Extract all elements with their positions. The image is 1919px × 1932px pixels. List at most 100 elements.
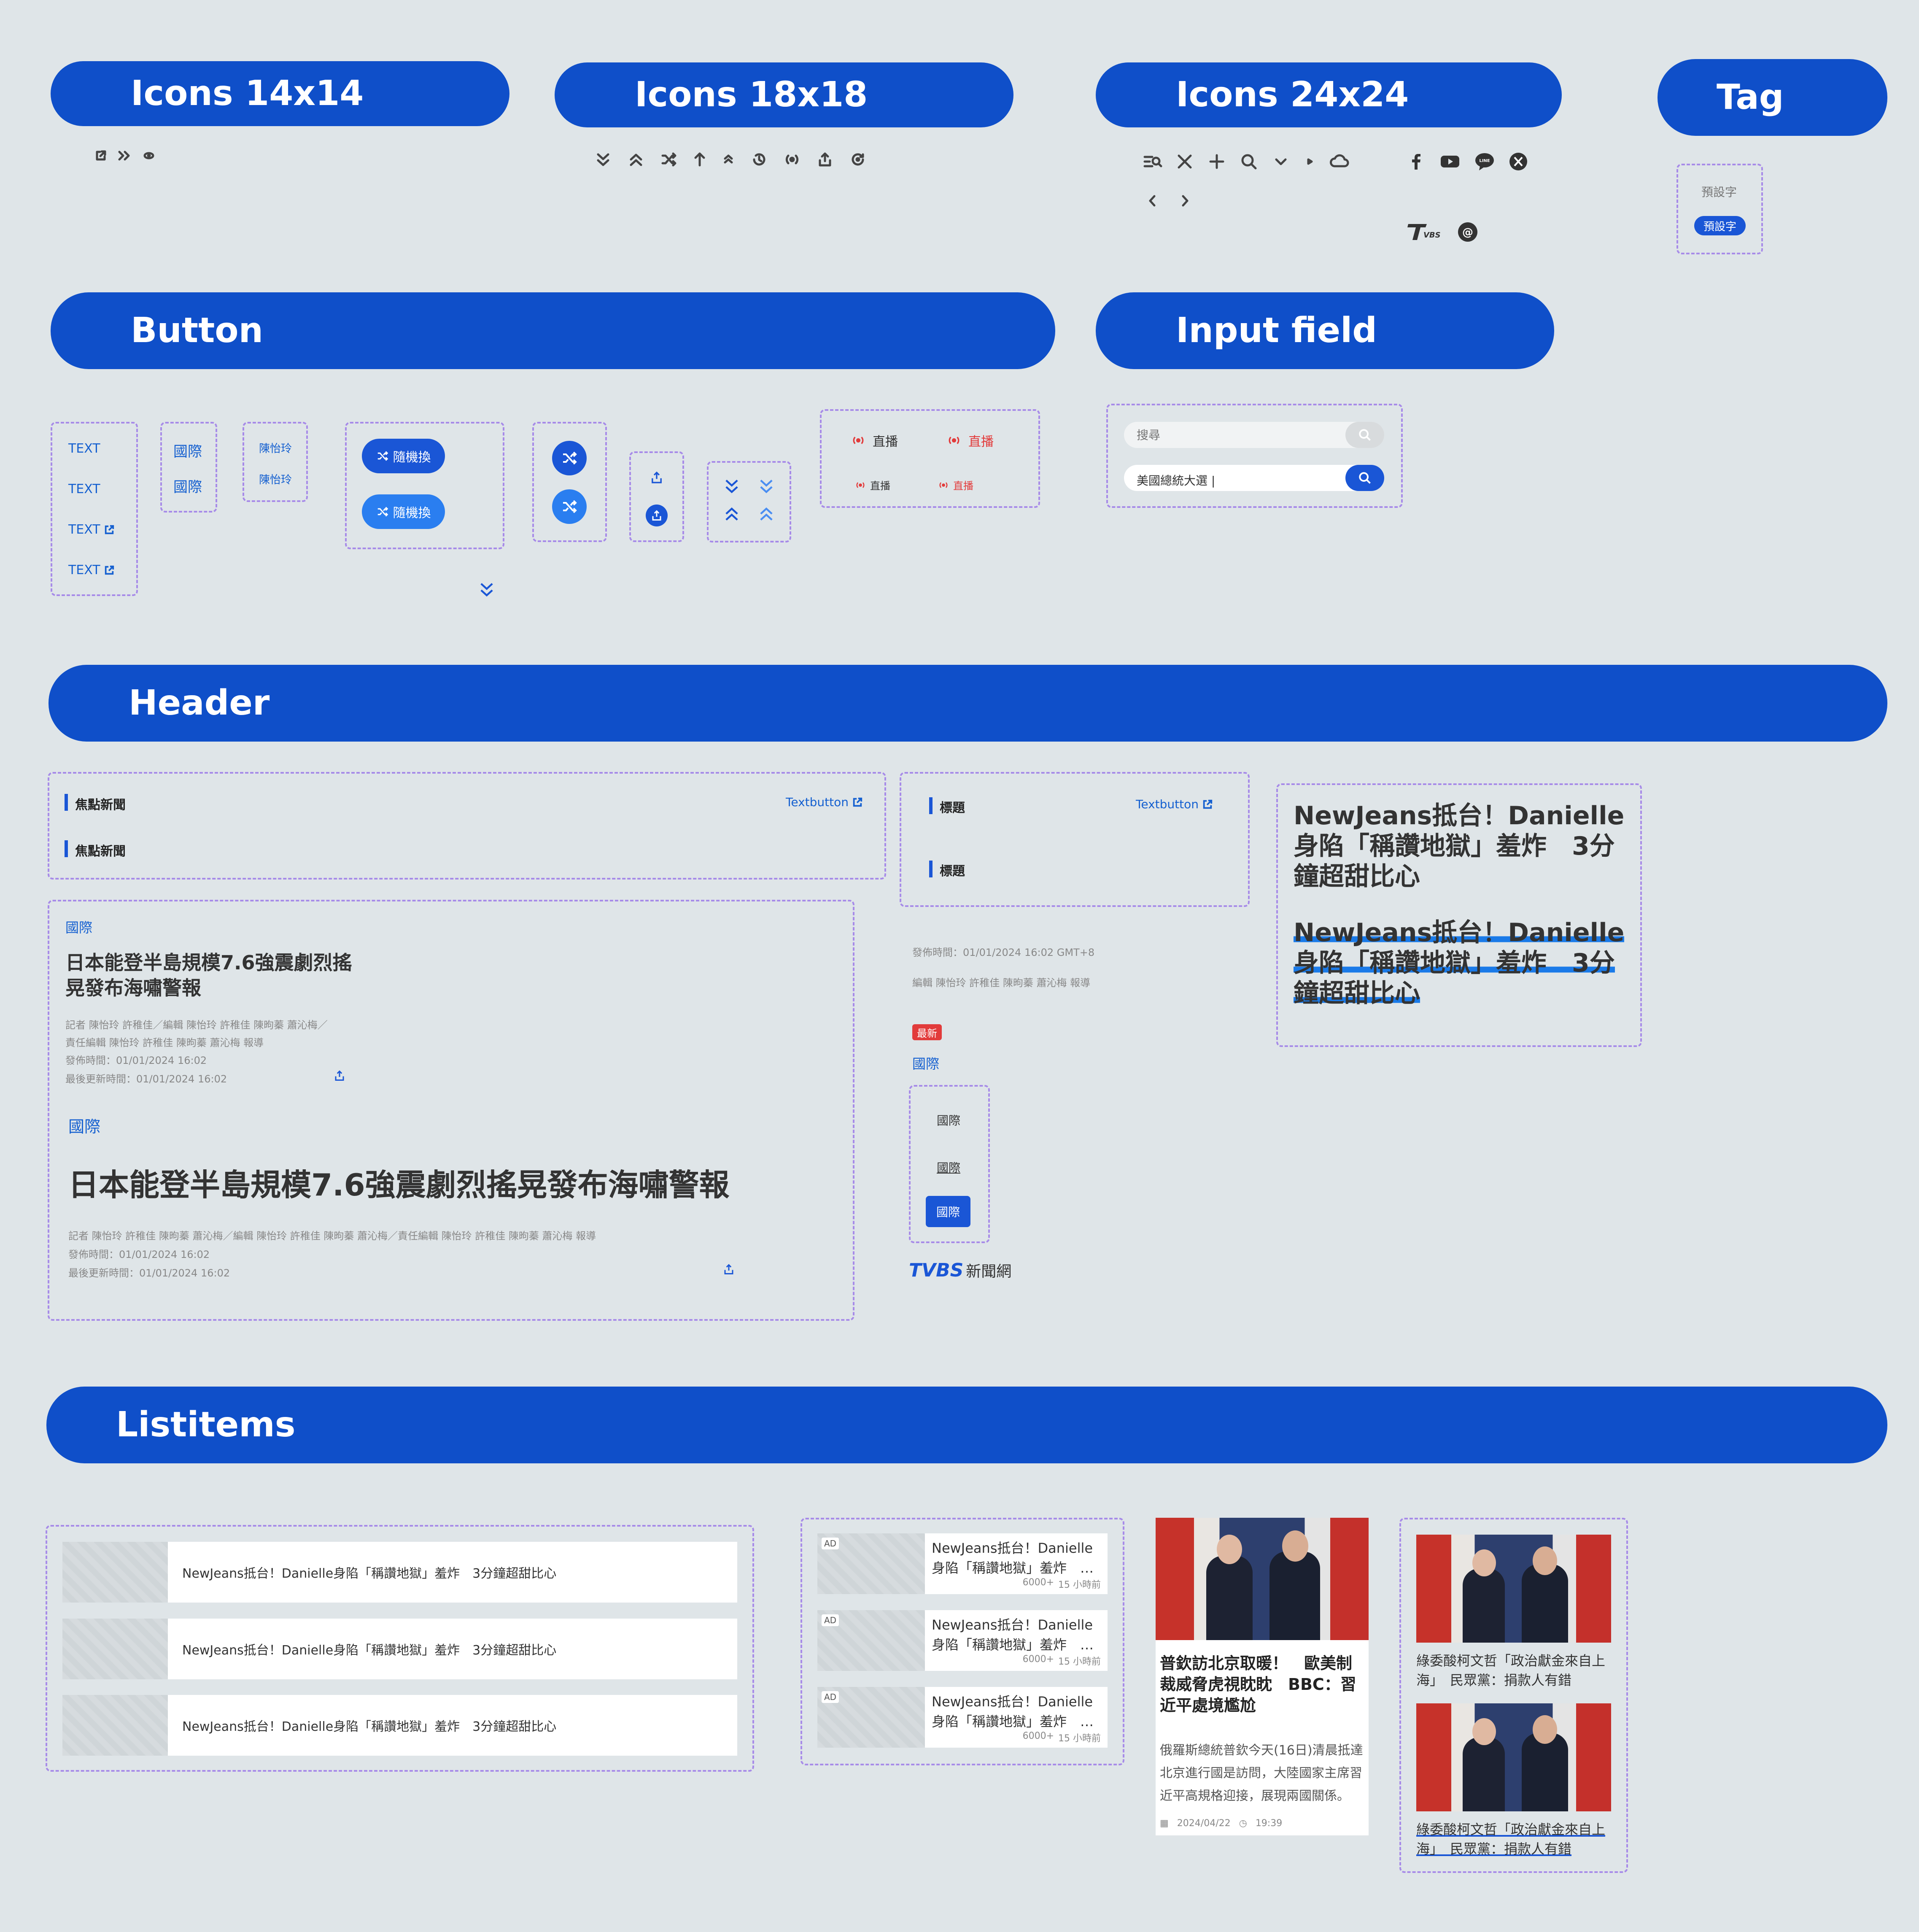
tag-active[interactable]: 預設字 [1694,216,1746,235]
chevron-right-icon[interactable] [1175,191,1194,210]
search-input[interactable] [1124,422,1343,448]
list-item[interactable]: NewJeans抵台！Danielle身陷「稱讚地獄」羞炸 3分鐘超甜比心 [62,1542,737,1603]
tvbs-logo: TVBS 新聞網 [909,1259,1011,1281]
share-icon [817,151,833,168]
ad-list-item[interactable]: AD NewJeans抵台！Danielle身陷「稱讚地獄」羞炸 3分鐘超甜比心… [817,1687,1108,1748]
section-heading: 焦點新聞 [75,798,126,812]
views: 6000+ [1022,1654,1054,1665]
search-field-filled[interactable]: 美國總統大選 | [1124,465,1384,491]
author-button[interactable]: 陳怡玲 [259,440,292,456]
section-heading: 焦點新聞 [75,844,126,859]
shuffle-icon-button[interactable] [552,441,587,475]
share-icon[interactable] [722,1263,735,1276]
list-item[interactable]: NewJeans抵台！Danielle身陷「稱讚地獄」羞炸 3分鐘超甜比心 [62,1619,737,1679]
search-input-value[interactable]: 美國總統大選 | [1137,472,1215,488]
category-tab-active[interactable]: 國際 [926,1196,970,1227]
double-chevron-down-icon[interactable] [477,580,496,599]
time: 15 小時前 [1058,1733,1101,1744]
text-button-external[interactable]: TEXT [68,522,115,537]
random-button[interactable]: 隨機換 [362,439,445,473]
tvbs-logo-text: TVBS [909,1259,964,1281]
double-chevron-down-icon[interactable] [722,477,741,495]
live-button-small[interactable]: 直播 [854,478,890,492]
article-category[interactable]: 國際 [65,917,92,936]
category-tab[interactable]: 國際 [937,1112,960,1128]
play-small-icon[interactable] [1303,152,1316,171]
live-label: 直播 [870,480,890,492]
threads-icon[interactable]: @ [1457,221,1478,243]
search-icon[interactable] [1239,152,1259,171]
byline: 記者 陳怡玲 許稚佳／編輯 陳怡玲 許稚佳 陳昫蓁 蕭沁梅／ [65,1019,328,1031]
category-button[interactable]: 國際 [173,475,202,496]
news-card[interactable]: 普欽訪北京取暖！ 歐美制裁威脅虎視眈眈 BBC：習近平處境尷尬 俄羅斯總統普欽今… [1156,1518,1369,1835]
ad-list-item[interactable]: AD NewJeans抵台！Danielle身陷「稱讚地獄」羞炸 3分鐘超甜比心… [817,1610,1108,1671]
double-chevron-down-icon[interactable] [757,477,776,495]
article-title-large: 日本能登半島規模7.6強震劇烈搖晃發布海嘯警報 [68,1167,730,1203]
search-button[interactable] [1345,465,1384,491]
textbutton[interactable]: Textbutton [1136,797,1213,811]
list-item[interactable]: NewJeans抵台！Danielle身陷「稱讚地獄」羞炸 3分鐘超甜比心 [62,1695,737,1756]
small-news-card-title: 綠委酸柯文哲「政治獻金來自上海」 民眾黨：捐款人有錯 [1416,1821,1606,1857]
news-card-meta: ▦ 2024/04/22 ◷ 19:39 [1160,1818,1282,1829]
ad-list-item[interactable]: AD NewJeans抵台！Danielle身陷「稱讚地獄」羞炸 3分鐘超甜比心… [817,1533,1108,1594]
small-news-card-hover[interactable]: 綠委酸柯文哲「政治獻金來自上海」 民眾黨：捐款人有錯 [1416,1703,1611,1859]
section-title: Header [129,683,270,723]
chevron-left-icon[interactable] [1143,191,1162,210]
ad-badge: AD [822,1691,839,1703]
share-icon[interactable] [333,1069,346,1082]
textbutton[interactable]: Textbutton [786,795,863,809]
share-buttons-group [629,451,684,542]
shuffle-icon-button-hover[interactable] [552,489,587,524]
section-header-group-1 [48,772,886,880]
chevron-down-icon[interactable] [1271,152,1291,171]
x-icon[interactable] [1509,152,1528,171]
tag-group [1676,164,1763,254]
text-button-external[interactable]: TEXT [68,563,115,577]
thumbnail [62,1695,168,1756]
text-button[interactable]: TEXT [68,482,100,496]
news-card-time: 19:39 [1255,1818,1283,1829]
facebook-icon[interactable] [1407,152,1426,171]
news-card-photo [1156,1518,1369,1640]
ad-badge: AD [822,1614,839,1626]
live-button-small-active[interactable]: 直播 [937,478,973,492]
search-button[interactable] [1345,422,1384,448]
small-news-card[interactable]: 綠委酸柯文哲「政治獻金來自上海」 民眾黨：捐款人有錯 [1416,1535,1611,1690]
small-news-card-title: 綠委酸柯文哲「政治獻金來自上海」 民眾黨：捐款人有錯 [1416,1653,1606,1688]
random-button-hover[interactable]: 隨機換 [362,494,445,529]
close-icon[interactable] [1175,152,1194,171]
share-icon-button[interactable] [646,505,668,526]
text-button-label: TEXT [68,522,100,537]
text-button[interactable]: TEXT [68,441,100,456]
section-header: Header [49,665,1887,742]
list-item-body: NewJeans抵台！Danielle身陷「稱讚地獄」羞炸 3分鐘超甜比心 [168,1695,737,1756]
thumbnail [62,1542,168,1603]
category-tab[interactable]: 國際 [937,1159,960,1176]
search-field-empty[interactable] [1124,422,1384,448]
category-button[interactable]: 國際 [173,440,202,461]
views: 6000+ [1022,1731,1054,1741]
list-item-body: NewJeans抵台！Danielle身陷「稱讚地獄」羞炸 3分鐘超甜比心 60… [925,1687,1108,1748]
headline-hover-text: NewJeans抵台！Danielle身陷「稱讚地獄」羞炸 3分鐘超甜比心 [1294,918,1625,1008]
views: 6000+ [1022,1577,1054,1588]
tag-default[interactable]: 預設字 [1701,183,1737,200]
share-icon[interactable] [650,470,664,485]
line-icon[interactable]: LINE [1474,152,1495,171]
plus-icon[interactable] [1207,152,1226,171]
section-title: Listitems [116,1405,296,1445]
live-button-active[interactable]: 直播 [946,431,994,450]
list-item-meta: 6000+ 15 小時前 [1023,1654,1101,1668]
live-icon [784,151,800,168]
live-button[interactable]: 直播 [850,431,898,450]
article-category[interactable]: 國際 [68,1114,100,1137]
double-chevron-up-icon [628,151,644,168]
double-chevron-up-icon[interactable] [757,505,776,523]
youtube-icon[interactable] [1439,152,1461,171]
social-icons: LINE [1407,152,1528,171]
author-button[interactable]: 陳怡玲 [259,471,292,487]
clock-icon: ◷ [1239,1818,1247,1829]
headline-hover[interactable]: NewJeans抵台！Danielle身陷「稱讚地獄」羞炸 3分鐘超甜比心 [1294,917,1631,1009]
double-chevron-up-icon[interactable] [722,505,741,523]
category-link[interactable]: 國際 [912,1053,939,1073]
publish-time: 發佈時間：01/01/2024 16:02 [65,1055,207,1066]
